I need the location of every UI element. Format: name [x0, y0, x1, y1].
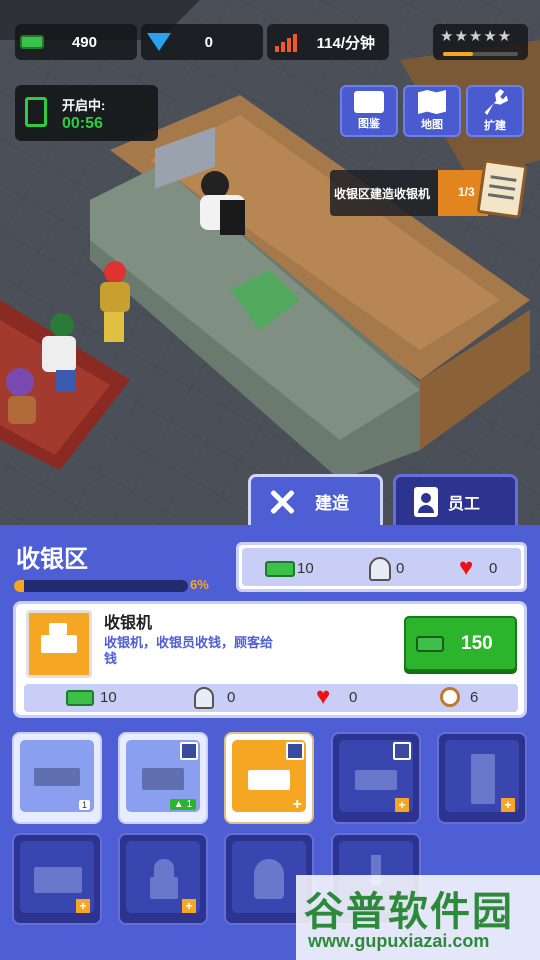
income-chart-icon	[275, 34, 297, 52]
expand-button[interactable]: 扩建	[466, 85, 524, 137]
card-cashier-desk[interactable]: 1	[12, 732, 102, 824]
cash-icon	[66, 690, 94, 706]
zone-progress-bar	[14, 580, 188, 592]
cash-counter: 490	[15, 24, 137, 60]
card-cash-register-selected[interactable]: +	[224, 732, 314, 824]
watermark-brand: 谷普软件园	[304, 890, 514, 934]
card-upgrade-badge: ▲ 1	[169, 799, 196, 810]
zone-title: 收银区	[16, 546, 88, 573]
item-thumbnail	[26, 610, 92, 678]
rating-progress-bar	[443, 52, 518, 56]
hourglass-icon	[25, 97, 47, 127]
ghost-icon	[254, 859, 284, 899]
buy-button[interactable]: 150	[404, 616, 517, 671]
card-shelf-locked[interactable]: +	[12, 833, 102, 925]
scene-art	[0, 0, 540, 525]
expand-label: 扩建	[484, 120, 506, 132]
cabinet-icon	[471, 754, 495, 804]
timer-value: 00:56	[62, 115, 103, 132]
card-cash-register-locked[interactable]: +	[331, 732, 421, 824]
item-stats: 10 0 ♥ 0 6	[24, 684, 518, 712]
zone-stats: 10 0 ♥ 0	[236, 542, 527, 592]
cash-value: 490	[71, 33, 97, 51]
rating-box[interactable]: ★★★★★	[433, 24, 528, 60]
wrench-icon	[484, 89, 508, 115]
tab-staff[interactable]: 员工	[393, 474, 518, 525]
card-cash-register-owned[interactable]: ▲ 1	[118, 732, 208, 824]
zone-ghost: 0	[396, 560, 405, 577]
item-name: 收银机	[104, 615, 153, 632]
plus-icon: +	[292, 796, 302, 813]
ghost-icon	[194, 687, 214, 709]
buy-price: 150	[461, 633, 493, 654]
build-panel: 收银区 6% 10 0 ♥ 0 收银机 收银机，收银员收钱，顾客给钱 150 1…	[0, 525, 540, 960]
card-badge: 1	[78, 800, 90, 810]
timer-label: 开启中:	[62, 98, 106, 113]
tab-build[interactable]: 建造	[248, 474, 383, 525]
ghost-icon	[369, 557, 391, 581]
quest-text: 收银区建造收银机	[334, 187, 431, 201]
item-detail-card: 收银机 收银机，收银员收钱，顾客给钱 150 10 0 ♥ 0 6	[13, 601, 527, 718]
map-pin-icon	[418, 90, 446, 114]
staff-card-icon	[414, 486, 438, 517]
zone-heart: 0	[489, 560, 498, 577]
income-counter: 114/分钟	[267, 24, 389, 60]
staff-required-icon	[286, 742, 304, 760]
plus-icon: +	[182, 899, 196, 913]
catalog-button[interactable]: 图鉴	[340, 85, 398, 137]
income-value: 114/分钟	[316, 34, 375, 52]
opening-timer: 开启中: 00:56	[15, 85, 158, 141]
gem-counter: 0	[141, 24, 263, 60]
watermark-url: www.gupuxiazai.com	[308, 931, 490, 951]
cash-icon	[416, 636, 444, 652]
plus-icon: +	[76, 899, 90, 913]
id-card-icon	[354, 91, 384, 113]
cash-icon	[265, 561, 295, 577]
rating-stars: ★★★★★	[440, 28, 513, 45]
heart-icon: ♥	[316, 683, 331, 710]
staff-required-icon	[393, 742, 411, 760]
zone-progress-label: 6%	[190, 577, 209, 592]
item-description: 收银机，收银员收钱，顾客给钱	[104, 635, 274, 666]
tab-staff-label: 员工	[448, 495, 481, 513]
stopwatch-icon	[440, 687, 460, 707]
heart-icon: ♥	[459, 554, 474, 581]
tools-icon	[267, 487, 297, 517]
map-label: 地图	[421, 119, 443, 131]
plus-icon: +	[395, 798, 409, 812]
game-scene[interactable]: 490 0 114/分钟 ★★★★★ 开启中: 00:56 图鉴 地图 扩建 收…	[0, 0, 540, 525]
item-heart: 0	[349, 689, 358, 706]
desk-icon	[34, 768, 80, 786]
clipboard-icon	[476, 159, 528, 219]
map-button[interactable]: 地图	[403, 85, 461, 137]
item-time: 6	[470, 689, 479, 706]
cash-register-icon	[248, 770, 290, 790]
cash-icon	[20, 35, 44, 49]
item-cash: 10	[100, 689, 117, 706]
shelf-icon	[34, 867, 82, 893]
plant-icon	[150, 877, 178, 899]
cash-register-icon	[41, 635, 77, 653]
item-ghost: 0	[227, 689, 236, 706]
card-cabinet-locked[interactable]: +	[437, 732, 527, 824]
staff-required-icon	[180, 742, 198, 760]
quest-banner[interactable]: 收银区建造收银机 1/3	[330, 159, 530, 219]
plus-icon: +	[501, 798, 515, 812]
tab-build-label: 建造	[315, 494, 349, 513]
cash-register-icon	[142, 768, 184, 790]
gem-value: 0	[204, 33, 213, 51]
quest-progress: 1/3	[458, 185, 475, 199]
zone-cash: 10	[297, 560, 314, 577]
cash-register-icon	[355, 770, 397, 790]
catalog-label: 图鉴	[358, 118, 380, 130]
diamond-icon	[147, 33, 171, 51]
watermark: 谷普软件园 www.gupuxiazai.com	[296, 875, 540, 960]
card-plant-locked[interactable]: +	[118, 833, 208, 925]
